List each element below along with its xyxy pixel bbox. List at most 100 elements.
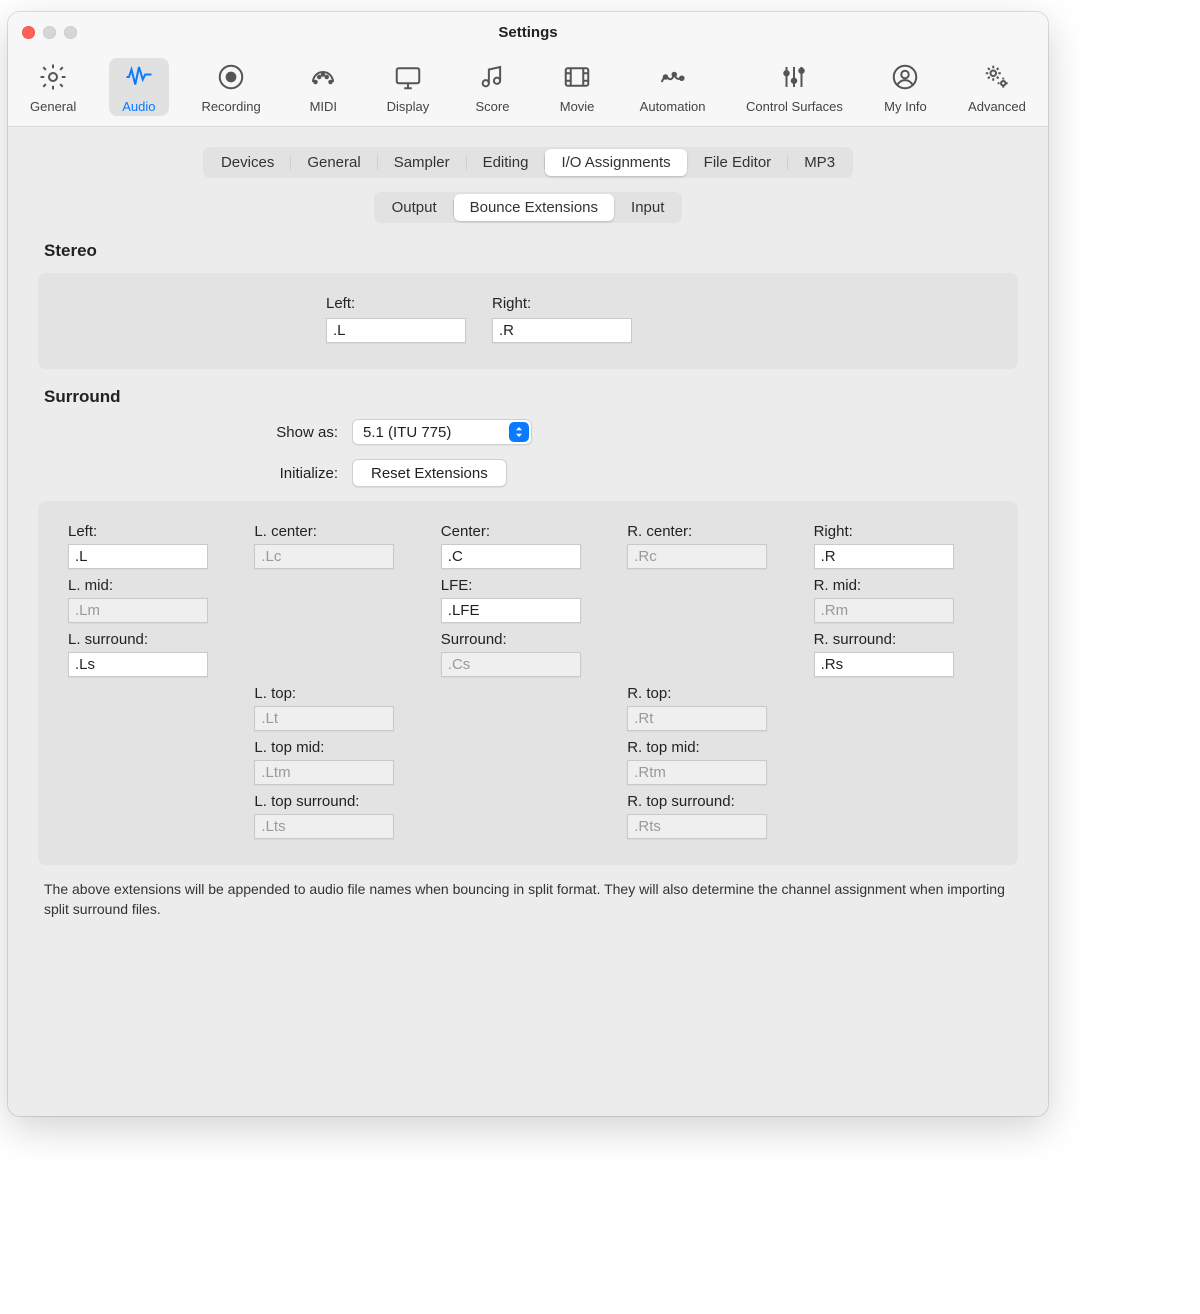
movie-icon — [562, 62, 592, 95]
input-right[interactable] — [814, 544, 954, 569]
label-surround: Surround: — [441, 631, 615, 648]
panel: OutputBounce ExtensionsInput Stereo Left… — [38, 192, 1018, 920]
input-l-mid — [68, 598, 208, 623]
tab-sampler[interactable]: Sampler — [378, 149, 466, 176]
window-title: Settings — [8, 24, 1048, 41]
toolbar-midi[interactable]: MIDI — [293, 58, 353, 116]
stereo-left-label: Left: — [326, 295, 466, 312]
tabs-primary: DevicesGeneralSamplerEditingI/O Assignme… — [203, 147, 853, 178]
label-l-center: L. center: — [254, 523, 428, 540]
input-r-top-mid — [627, 760, 767, 785]
recording-icon — [216, 62, 246, 95]
control-surfaces-icon — [779, 62, 809, 95]
surround-heading: Surround — [44, 387, 1018, 407]
toolbar-recording[interactable]: Recording — [193, 58, 268, 116]
tab-editing[interactable]: Editing — [467, 149, 545, 176]
toolbar-my-info[interactable]: My Info — [875, 58, 935, 116]
label-left: Left: — [68, 523, 242, 540]
reset-extensions-button[interactable]: Reset Extensions — [352, 459, 507, 487]
tab-bounce-extensions[interactable]: Bounce Extensions — [454, 194, 614, 221]
input-r-top — [627, 706, 767, 731]
tabs-secondary: OutputBounce ExtensionsInput — [374, 192, 683, 223]
label-r-surround: R. surround: — [814, 631, 988, 648]
show-as-value: 5.1 (ITU 775) — [363, 424, 451, 441]
toolbar-label: My Info — [884, 99, 927, 114]
tab-mp3[interactable]: MP3 — [788, 149, 851, 176]
show-as-label: Show as: — [38, 424, 338, 441]
label-l-top-mid: L. top mid: — [254, 739, 428, 756]
input-l-center — [254, 544, 394, 569]
input-r-center — [627, 544, 767, 569]
label-l-surround: L. surround: — [68, 631, 242, 648]
toolbar-control-surfaces[interactable]: Control Surfaces — [738, 58, 851, 116]
midi-icon — [308, 62, 338, 95]
score-icon — [477, 62, 507, 95]
tab-i-o-assignments[interactable]: I/O Assignments — [545, 149, 686, 176]
input-l-top-surround — [254, 814, 394, 839]
input-r-top-surround — [627, 814, 767, 839]
stereo-box: Left: Right: — [38, 273, 1018, 369]
input-left[interactable] — [68, 544, 208, 569]
toolbar: General Audio Recording MIDI Display Score Mov… — [8, 52, 1048, 127]
advanced-icon — [982, 62, 1012, 95]
toolbar-label: Recording — [201, 99, 260, 114]
label-right: Right: — [814, 523, 988, 540]
footer-note: The above extensions will be appended to… — [44, 879, 1012, 920]
show-as-select[interactable]: 5.1 (ITU 775) — [352, 419, 532, 445]
tab-general[interactable]: General — [291, 149, 376, 176]
chevron-up-down-icon — [509, 422, 529, 442]
toolbar-label: Control Surfaces — [746, 99, 843, 114]
label-r-top-mid: R. top mid: — [627, 739, 801, 756]
input-l-top — [254, 706, 394, 731]
toolbar-label: General — [30, 99, 76, 114]
toolbar-label: MIDI — [310, 99, 337, 114]
toolbar-label: Audio — [122, 99, 155, 114]
input-l-surround[interactable] — [68, 652, 208, 677]
toolbar-label: Movie — [560, 99, 595, 114]
stereo-right-label: Right: — [492, 295, 632, 312]
input-r-mid — [814, 598, 954, 623]
label-r-top: R. top: — [627, 685, 801, 702]
initialize-label: Initialize: — [38, 465, 338, 482]
label-r-top-surround: R. top surround: — [627, 793, 801, 810]
input-l-top-mid — [254, 760, 394, 785]
audio-icon — [124, 62, 154, 95]
toolbar-movie[interactable]: Movie — [547, 58, 607, 116]
surround-grid-box: Left: L. center: Center: R. center: Right: L.… — [38, 501, 1018, 865]
stereo-heading: Stereo — [44, 241, 1018, 261]
toolbar-label: Automation — [640, 99, 706, 114]
settings-window: Settings General Audio Recording MIDI Displa… — [8, 12, 1048, 1116]
input-surround — [441, 652, 581, 677]
toolbar-automation[interactable]: Automation — [632, 58, 714, 116]
toolbar-advanced[interactable]: Advanced — [960, 58, 1034, 116]
toolbar-audio[interactable]: Audio — [109, 58, 169, 116]
tab-devices[interactable]: Devices — [205, 149, 290, 176]
tab-file-editor[interactable]: File Editor — [688, 149, 788, 176]
tab-input[interactable]: Input — [615, 194, 680, 221]
titlebar: Settings — [8, 12, 1048, 52]
toolbar-label: Advanced — [968, 99, 1026, 114]
label-l-top: L. top: — [254, 685, 428, 702]
label-r-mid: R. mid: — [814, 577, 988, 594]
label-lfe: LFE: — [441, 577, 615, 594]
input-r-surround[interactable] — [814, 652, 954, 677]
toolbar-label: Display — [387, 99, 430, 114]
toolbar-label: Score — [476, 99, 510, 114]
input-center[interactable] — [441, 544, 581, 569]
automation-icon — [658, 62, 688, 95]
toolbar-general[interactable]: General — [22, 58, 84, 116]
display-icon — [393, 62, 423, 95]
label-r-center: R. center: — [627, 523, 801, 540]
label-l-mid: L. mid: — [68, 577, 242, 594]
content: DevicesGeneralSamplerEditingI/O Assignme… — [8, 127, 1048, 1116]
tab-output[interactable]: Output — [376, 194, 453, 221]
my-info-icon — [890, 62, 920, 95]
stereo-right-input[interactable] — [492, 318, 632, 343]
label-center: Center: — [441, 523, 615, 540]
stereo-left-input[interactable] — [326, 318, 466, 343]
toolbar-display[interactable]: Display — [378, 58, 438, 116]
label-l-top-surround: L. top surround: — [254, 793, 428, 810]
toolbar-score[interactable]: Score — [462, 58, 522, 116]
general-icon — [38, 62, 68, 95]
input-lfe[interactable] — [441, 598, 581, 623]
